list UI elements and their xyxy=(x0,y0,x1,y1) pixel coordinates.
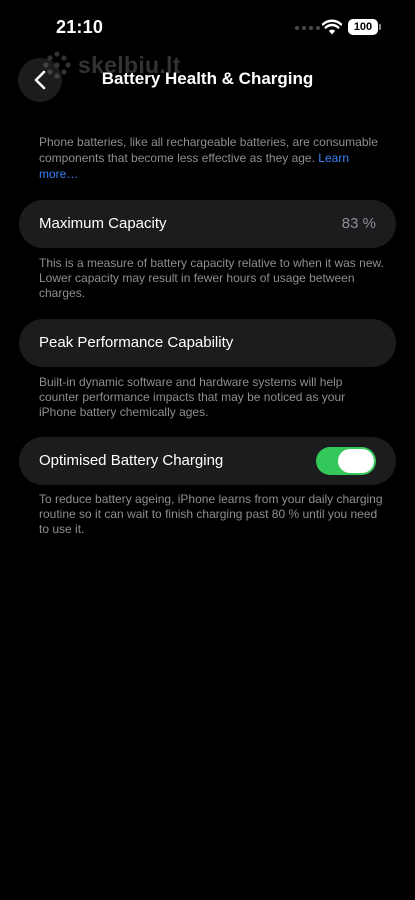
maximum-capacity-label: Maximum Capacity xyxy=(39,215,167,232)
maximum-capacity-row: Maximum Capacity 83 % xyxy=(19,200,396,248)
watermark-logo: skelbiu.lt xyxy=(42,50,181,80)
watermark-text: skelbiu.lt xyxy=(78,51,181,78)
intro-description: Phone batteries, like all rechargeable b… xyxy=(39,134,384,182)
status-time: 21:10 xyxy=(56,17,104,37)
optimised-charging-footnote: To reduce battery ageing, iPhone learns … xyxy=(39,492,383,536)
maximum-capacity-value: 83 % xyxy=(341,215,376,232)
peak-performance-row: Peak Performance Capability xyxy=(19,319,396,367)
peak-performance-label: Peak Performance Capability xyxy=(39,334,234,351)
peak-performance-footnote: Built-in dynamic software and hardware s… xyxy=(39,375,346,419)
optimised-charging-toggle[interactable] xyxy=(316,447,376,475)
signal-dots-icon xyxy=(295,26,320,30)
optimised-charging-row: Optimised Battery Charging xyxy=(19,437,396,485)
maximum-capacity-footnote: This is a measure of battery capacity re… xyxy=(39,256,384,300)
battery-icon: 100 xyxy=(348,19,381,35)
watermark-dots-icon xyxy=(43,51,71,79)
optimised-charging-label: Optimised Battery Charging xyxy=(39,452,224,469)
status-bar: 21:10 100 xyxy=(0,0,415,56)
toggle-knob xyxy=(338,449,374,473)
wifi-icon xyxy=(322,19,342,35)
